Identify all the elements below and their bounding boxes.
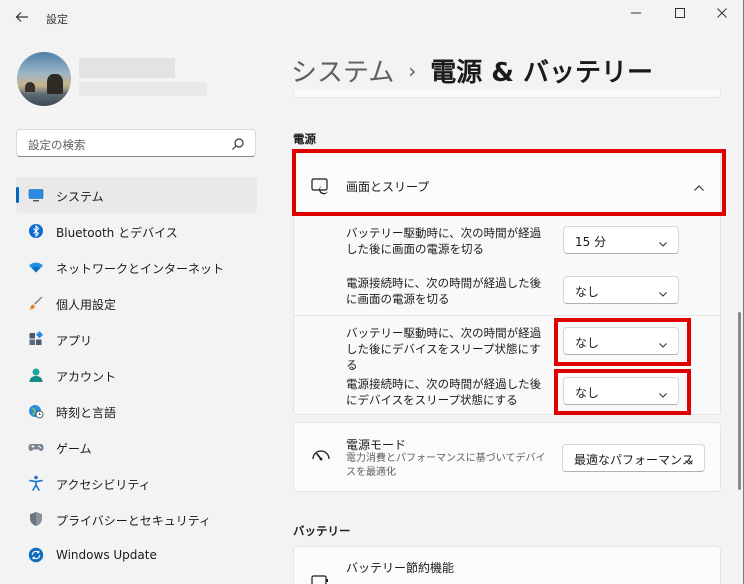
- power-mode-card: 電源モード 電力消費とパフォーマンスに基づいてデバイスを最適化 最適なパフォーマ…: [293, 422, 721, 492]
- minimize-icon[interactable]: [624, 6, 648, 26]
- brush-icon: [28, 295, 44, 311]
- sidebar-item-label: システム: [56, 190, 104, 204]
- close-icon[interactable]: [710, 6, 734, 26]
- battery-saver-label: バッテリー節約機能: [346, 561, 455, 575]
- battery-section-title: バッテリー: [293, 524, 351, 538]
- sidebar-item-label: Bluetooth とデバイス: [56, 226, 178, 240]
- dropdown-value: 15 分: [575, 235, 607, 249]
- power-mode-icon: [311, 447, 331, 465]
- blurred-user-email: [79, 82, 207, 96]
- sidebar-item-accounts[interactable]: アカウント: [16, 357, 257, 393]
- battery-screen-off-text: バッテリー駆動時に、次の時間が経過した後に画面の電源を切る: [346, 226, 542, 256]
- sidebar-item-bluetooth[interactable]: Bluetooth とデバイス: [16, 213, 257, 249]
- sidebar-item-label: アカウント: [56, 370, 117, 384]
- maximize-icon[interactable]: [668, 6, 692, 26]
- avatar[interactable]: [17, 52, 71, 106]
- breadcrumb-parent[interactable]: システム: [291, 58, 394, 88]
- power-mode-dropdown[interactable]: 最適なパフォーマンス: [562, 444, 705, 472]
- wifi-icon: [28, 259, 44, 275]
- bluetooth-icon: [28, 223, 44, 239]
- sidebar-item-label: ネットワークとインターネット: [56, 262, 225, 276]
- dropdown-value: なし: [575, 285, 600, 299]
- sidebar-item-system[interactable]: システム: [16, 177, 257, 213]
- battery-screen-off-dropdown[interactable]: 15 分: [563, 226, 679, 254]
- search-placeholder: 設定の検索: [28, 138, 86, 152]
- app-title: 設定: [46, 13, 68, 26]
- sidebar-item-network[interactable]: ネットワークとインターネット: [16, 249, 257, 285]
- power-mode-label: 電源モード: [346, 438, 407, 452]
- sidebar-item-label: Windows Update: [56, 548, 157, 562]
- sidebar-item-apps[interactable]: アプリ: [16, 321, 257, 357]
- plugged-screen-off-text: 電源接続時に、次の時間が経過した後に画面の電源を切る: [346, 276, 542, 306]
- chevron-down-icon: [684, 455, 694, 465]
- highlight-battery-sleep: [554, 318, 691, 366]
- battery-saver-card[interactable]: バッテリー節約機能: [293, 546, 721, 584]
- sidebar-item-gaming[interactable]: ゲーム: [16, 429, 257, 465]
- accessibility-icon: [28, 475, 44, 491]
- sidebar-item-accessibility[interactable]: アクセシビリティ: [16, 465, 257, 501]
- blurred-user-name: [79, 58, 175, 78]
- update-icon: [28, 547, 44, 563]
- sidebar-item-label: 個人用設定: [56, 298, 117, 312]
- sidebar-item-label: アプリ: [56, 334, 93, 348]
- dropdown-value: 最適なパフォーマンス: [574, 453, 694, 467]
- chevron-down-icon: [658, 237, 668, 247]
- battery-saver-icon: [311, 573, 331, 584]
- highlight-plugged-sleep: [554, 369, 691, 415]
- sidebar-item-label: プライバシーとセキュリティ: [56, 514, 212, 528]
- plugged-sleep-text: 電源接続時に、次の時間が経過した後にデバイスをスリープ状態にする: [346, 377, 542, 407]
- search-icon: [231, 137, 245, 151]
- chevron-down-icon: [658, 287, 668, 297]
- plugged-screen-off-dropdown[interactable]: なし: [563, 276, 679, 304]
- sidebar-item-label: ゲーム: [56, 442, 92, 456]
- person-icon: [28, 367, 44, 383]
- divider: [293, 315, 721, 316]
- scrolled-card-edge: [293, 90, 721, 98]
- sidebar-item-label: 時刻と言語: [56, 406, 117, 420]
- sidebar-item-privacy[interactable]: プライバシーとセキュリティ: [16, 501, 257, 537]
- battery-sleep-text: バッテリー駆動時に、次の時間が経過した後にデバイスをスリープ状態にする: [346, 326, 542, 372]
- sidebar-item-time-language[interactable]: 時刻と言語: [16, 393, 257, 429]
- globe-clock-icon: [28, 403, 44, 419]
- breadcrumb: システム › 電源 & バッテリー: [291, 52, 653, 89]
- monitor-icon: [28, 187, 44, 203]
- shield-icon: [28, 511, 44, 527]
- power-section-title: 電源: [293, 132, 316, 146]
- apps-icon: [28, 331, 44, 347]
- scrollbar[interactable]: [738, 312, 741, 490]
- selection-indicator: [16, 187, 19, 203]
- page-title: 電源 & バッテリー: [430, 58, 654, 88]
- sidebar-item-personalization[interactable]: 個人用設定: [16, 285, 257, 321]
- gamepad-icon: [28, 439, 44, 455]
- title-bar: 設定: [0, 0, 744, 32]
- search-input[interactable]: 設定の検索: [16, 129, 256, 157]
- sidebar-nav: システム Bluetooth とデバイス ネットワークとインターネット 個人用設…: [16, 177, 257, 573]
- sidebar-item-windows-update[interactable]: Windows Update: [16, 537, 257, 573]
- highlight-screen-sleep: [292, 149, 726, 216]
- breadcrumb-separator: ›: [408, 59, 417, 83]
- power-mode-description: 電力消費とパフォーマンスに基づいてデバイスを最適化: [346, 453, 546, 478]
- back-arrow-icon[interactable]: [14, 9, 30, 25]
- sidebar-item-label: アクセシビリティ: [56, 478, 151, 492]
